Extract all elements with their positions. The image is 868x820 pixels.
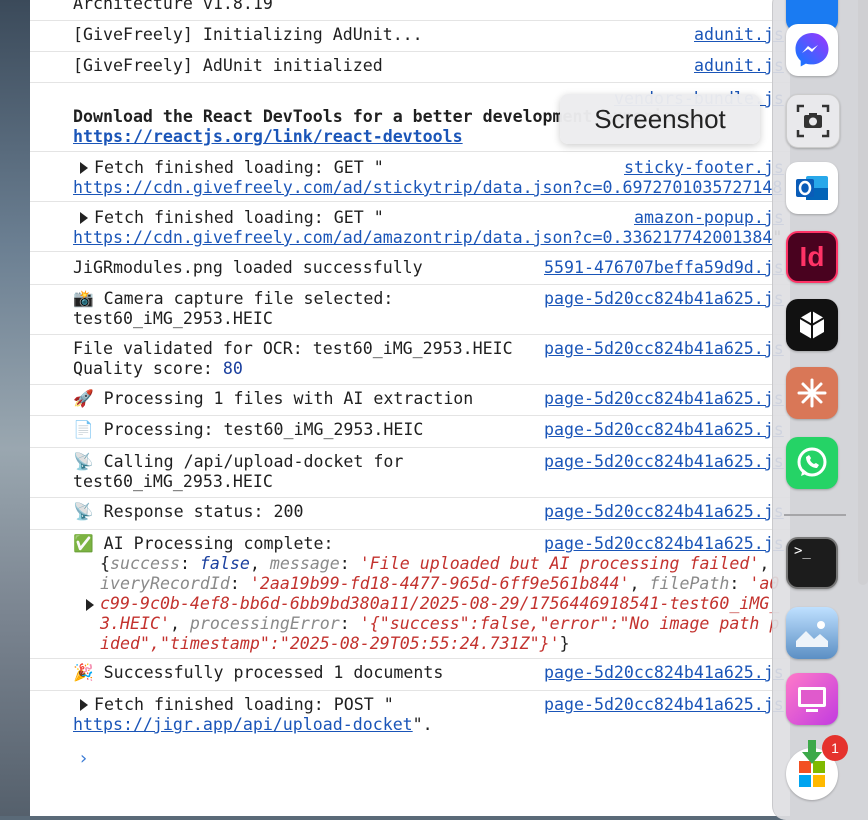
source-link[interactable]: page-5d20cc824b41a625.js bbox=[544, 289, 784, 309]
source-link[interactable]: page-5d20cc824b41a625.js bbox=[544, 420, 784, 440]
indesign-icon[interactable]: Id bbox=[786, 231, 838, 283]
console-row: 📡 Calling /api/upload-docket for test60_… bbox=[30, 448, 790, 498]
screenshot-icon[interactable] bbox=[786, 94, 840, 148]
console-row: Fetch finished loading: GET " sticky-foo… bbox=[30, 152, 790, 202]
preview-icon[interactable] bbox=[786, 607, 838, 659]
console-prompt-chevron-icon[interactable]: › bbox=[78, 748, 89, 769]
log-text: 📸 Camera capture file selected: bbox=[73, 289, 394, 308]
console-row: JiGRmodules.png loaded successfully 5591… bbox=[30, 252, 790, 285]
source-link[interactable]: page-5d20cc824b41a625.js bbox=[544, 452, 784, 472]
object-line-1: {success: false, message: 'File uploaded… bbox=[100, 554, 770, 573]
screen-recorder-icon[interactable] bbox=[786, 673, 838, 725]
source-link[interactable]: sticky-footer.js bbox=[624, 158, 784, 178]
source-link[interactable]: 5591-476707beffa59d9d.js bbox=[544, 258, 784, 278]
dock-separator bbox=[784, 514, 846, 516]
claude-icon[interactable] bbox=[786, 367, 838, 419]
console-row: Architecture v1.8.19 bbox=[30, 0, 790, 21]
expand-triangle-icon[interactable] bbox=[80, 699, 88, 711]
notification-badge: 1 bbox=[822, 735, 848, 761]
devtools-link[interactable]: https://reactjs.org/link/react-devtools bbox=[73, 127, 463, 147]
console-row: ✅ AI Processing complete: page-5d20cc824… bbox=[30, 530, 790, 659]
outlook-icon[interactable] bbox=[786, 162, 838, 214]
request-url-link[interactable]: https://cdn.givefreely.com/ad/amazontrip… bbox=[73, 228, 772, 247]
source-link[interactable]: page-5d20cc824b41a625.js bbox=[544, 339, 784, 359]
console-row: 🎉 Successfully processed 1 documents pag… bbox=[30, 659, 790, 691]
expand-object-icon[interactable] bbox=[86, 599, 94, 611]
source-link[interactable]: page-5d20cc824b41a625.js bbox=[544, 389, 784, 409]
perplexity-icon[interactable] bbox=[786, 299, 838, 351]
log-text: JiGRmodules.png loaded successfully bbox=[73, 258, 423, 277]
console-row: [GiveFreely] Initializing AdUnit... adun… bbox=[30, 21, 790, 52]
console-row: 📸 Camera capture file selected: test60_i… bbox=[30, 285, 790, 335]
console-row: 📡 Response status: 200 page-5d20cc824b41… bbox=[30, 498, 790, 530]
object-line-2: iveryRecordId: '2aa19b99-fd18-4477-965d-… bbox=[100, 574, 780, 593]
messenger-icon[interactable] bbox=[786, 24, 838, 76]
console-row: Fetch finished loading: GET " amazon-pop… bbox=[30, 202, 790, 252]
whatsapp-icon[interactable] bbox=[786, 437, 838, 489]
log-text: File validated for OCR: test60_iMG_2953.… bbox=[73, 339, 513, 358]
source-link[interactable]: amazon-popup.js bbox=[634, 208, 784, 228]
log-text: 🚀 Processing 1 files with AI extraction bbox=[73, 389, 474, 408]
log-text: Fetch finished loading: POST " bbox=[94, 695, 394, 714]
object-line-3: c99-9c0b-4ef8-bb6d-6bb9bd380a11/2025-08-… bbox=[100, 594, 780, 613]
log-text: 📡 Calling /api/upload-docket for bbox=[73, 452, 404, 471]
log-text-line2: test60_iMG_2953.HEIC bbox=[73, 309, 273, 328]
log-text: Fetch finished loading: GET " bbox=[94, 208, 384, 227]
expand-triangle-icon[interactable] bbox=[80, 162, 88, 174]
log-text-line2: test60_iMG_2953.HEIC bbox=[73, 472, 273, 491]
terminal-icon[interactable]: >_ bbox=[786, 537, 838, 589]
source-link[interactable]: page-5d20cc824b41a625.js bbox=[544, 663, 784, 683]
log-text: Architecture v1.8.19 bbox=[73, 0, 273, 13]
dock-tooltip: Screenshot bbox=[560, 94, 760, 144]
log-text: 🎉 Successfully processed 1 documents bbox=[73, 663, 444, 682]
request-url-link[interactable]: https://jigr.app/api/upload-docket bbox=[73, 715, 413, 734]
expand-triangle-icon[interactable] bbox=[80, 212, 88, 224]
source-link[interactable]: page-5d20cc824b41a625.js bbox=[544, 695, 784, 715]
log-text: [GiveFreely] AdUnit initialized bbox=[73, 56, 383, 75]
log-text: [GiveFreely] Initializing AdUnit... bbox=[73, 25, 423, 44]
dock-edge bbox=[858, 0, 868, 585]
log-text-line2: Quality score: bbox=[73, 359, 223, 378]
source-link[interactable]: page-5d20cc824b41a625.js bbox=[544, 502, 784, 522]
object-line-5: ided","timestamp":"2025-08-29T05:55:24.7… bbox=[100, 634, 570, 653]
console-row: Fetch finished loading: POST " page-5d20… bbox=[30, 691, 790, 741]
log-text: ✅ AI Processing complete: bbox=[73, 534, 334, 553]
quality-score-value: 80 bbox=[222, 359, 243, 378]
object-line-4: 3.HEIC', processingError: '{"success":fa… bbox=[100, 614, 780, 633]
quote-suffix: ". bbox=[412, 715, 433, 734]
log-text: 📄 Processing: test60_iMG_2953.HEIC bbox=[73, 420, 424, 439]
source-link[interactable]: adunit.js bbox=[694, 56, 784, 76]
source-link[interactable]: page-5d20cc824b41a625.js bbox=[544, 534, 784, 554]
request-url-link[interactable]: https://cdn.givefreely.com/ad/stickytrip… bbox=[73, 178, 782, 198]
console-row: File validated for OCR: test60_iMG_2953.… bbox=[30, 335, 790, 385]
console-row: 🚀 Processing 1 files with AI extraction … bbox=[30, 385, 790, 416]
log-text: 📡 Response status: 200 bbox=[73, 502, 304, 521]
log-text: Fetch finished loading: GET " bbox=[94, 158, 384, 177]
console-row: 📄 Processing: test60_iMG_2953.HEIC page-… bbox=[30, 416, 790, 448]
source-link[interactable]: adunit.js bbox=[694, 25, 784, 45]
console-row: [GiveFreely] AdUnit initialized adunit.j… bbox=[30, 52, 790, 83]
